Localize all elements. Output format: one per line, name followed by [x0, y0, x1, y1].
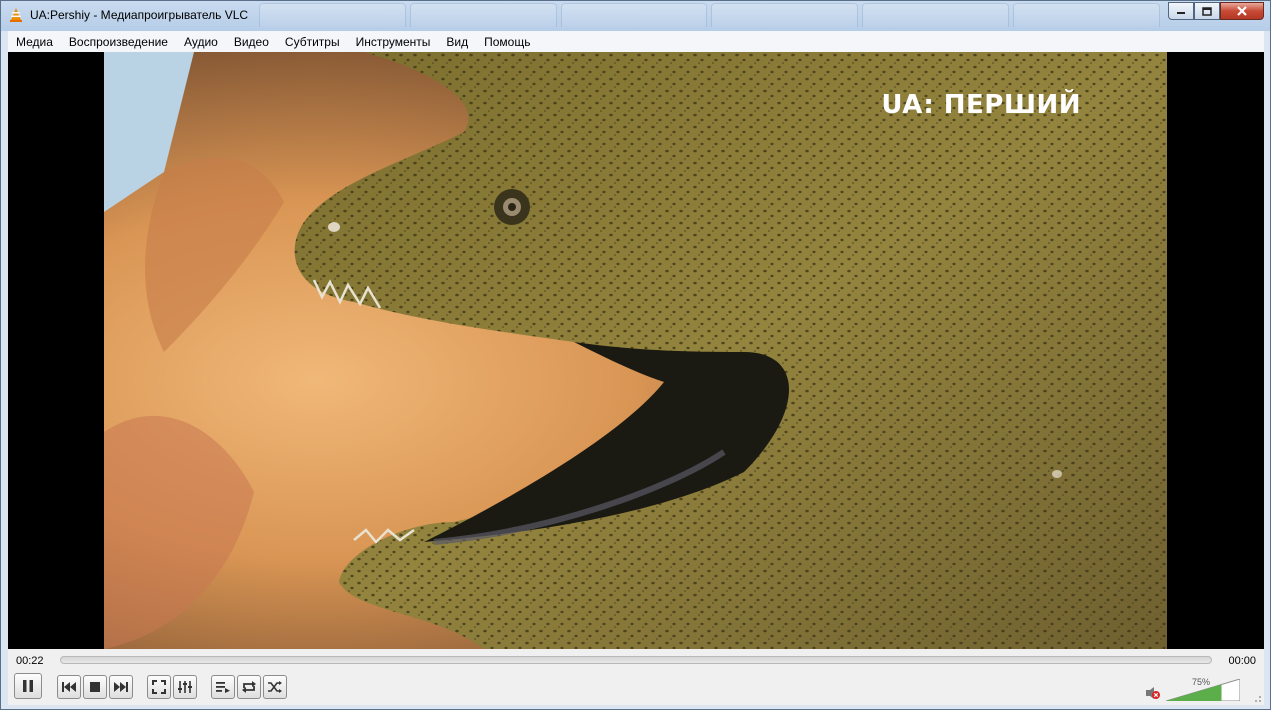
equalizer-icon: [178, 681, 192, 693]
menu-subtitles[interactable]: Субтитры: [277, 35, 348, 49]
video-image-moray-eel: [104, 52, 1167, 649]
vlc-cone-icon: [10, 8, 22, 22]
video-frame[interactable]: UA: ПЕРШИЙ: [104, 52, 1167, 649]
minimize-button[interactable]: [1168, 2, 1194, 20]
window-title: UA:Pershiy - Медиапроигрыватель VLC: [30, 8, 249, 22]
menu-playback[interactable]: Воспроизведение: [61, 35, 176, 49]
shuffle-icon: [268, 681, 282, 693]
channel-logo: UA: ПЕРШИЙ: [881, 90, 1081, 120]
total-time[interactable]: 00:00: [1228, 655, 1256, 667]
stop-button[interactable]: [83, 675, 107, 699]
menu-tools[interactable]: Инструменты: [348, 35, 439, 49]
maximize-icon: [1202, 6, 1212, 16]
minimize-icon: [1177, 12, 1185, 14]
menu-view[interactable]: Вид: [438, 35, 476, 49]
volume-control: 75%: [1146, 675, 1246, 701]
menu-video[interactable]: Видео: [226, 35, 277, 49]
fullscreen-icon: [152, 680, 166, 694]
elapsed-time[interactable]: 00:22: [16, 655, 44, 667]
loop-icon: [242, 681, 256, 693]
menu-audio[interactable]: Аудио: [176, 35, 226, 49]
stop-icon: [90, 682, 100, 692]
next-button[interactable]: [109, 675, 133, 699]
video-area[interactable]: UA: ПЕРШИЙ: [8, 52, 1264, 649]
close-button[interactable]: [1220, 2, 1264, 20]
control-panel: 00:22 00:00 75%: [8, 649, 1264, 705]
maximize-button[interactable]: [1194, 2, 1220, 20]
volume-slider[interactable]: [1166, 679, 1240, 701]
previous-icon: [62, 682, 76, 692]
loop-button[interactable]: [237, 675, 261, 699]
window-controls: [1168, 2, 1264, 20]
background-taskbar-tabs: [259, 3, 1160, 27]
previous-button[interactable]: [57, 675, 81, 699]
muted-speaker-icon[interactable]: [1146, 687, 1160, 699]
title-bar[interactable]: UA:Pershiy - Медиапроигрыватель VLC: [1, 1, 1270, 31]
close-icon: [1237, 6, 1247, 16]
menu-help[interactable]: Помощь: [476, 35, 538, 49]
resize-grip-icon[interactable]: [1252, 693, 1262, 703]
playlist-icon: [216, 682, 230, 693]
extended-settings-button[interactable]: [173, 675, 197, 699]
shuffle-button[interactable]: [263, 675, 287, 699]
pause-icon: [23, 680, 33, 692]
menu-bar: Медиа Воспроизведение Аудио Видео Субтит…: [8, 31, 1264, 52]
playlist-button[interactable]: [211, 675, 235, 699]
fullscreen-button[interactable]: [147, 675, 171, 699]
seek-bar[interactable]: [60, 656, 1212, 664]
next-icon: [114, 682, 128, 692]
menu-media[interactable]: Медиа: [8, 35, 61, 49]
pause-button[interactable]: [14, 673, 42, 699]
vlc-window: UA:Pershiy - Медиапроигрыватель VLC Меди…: [0, 0, 1271, 710]
